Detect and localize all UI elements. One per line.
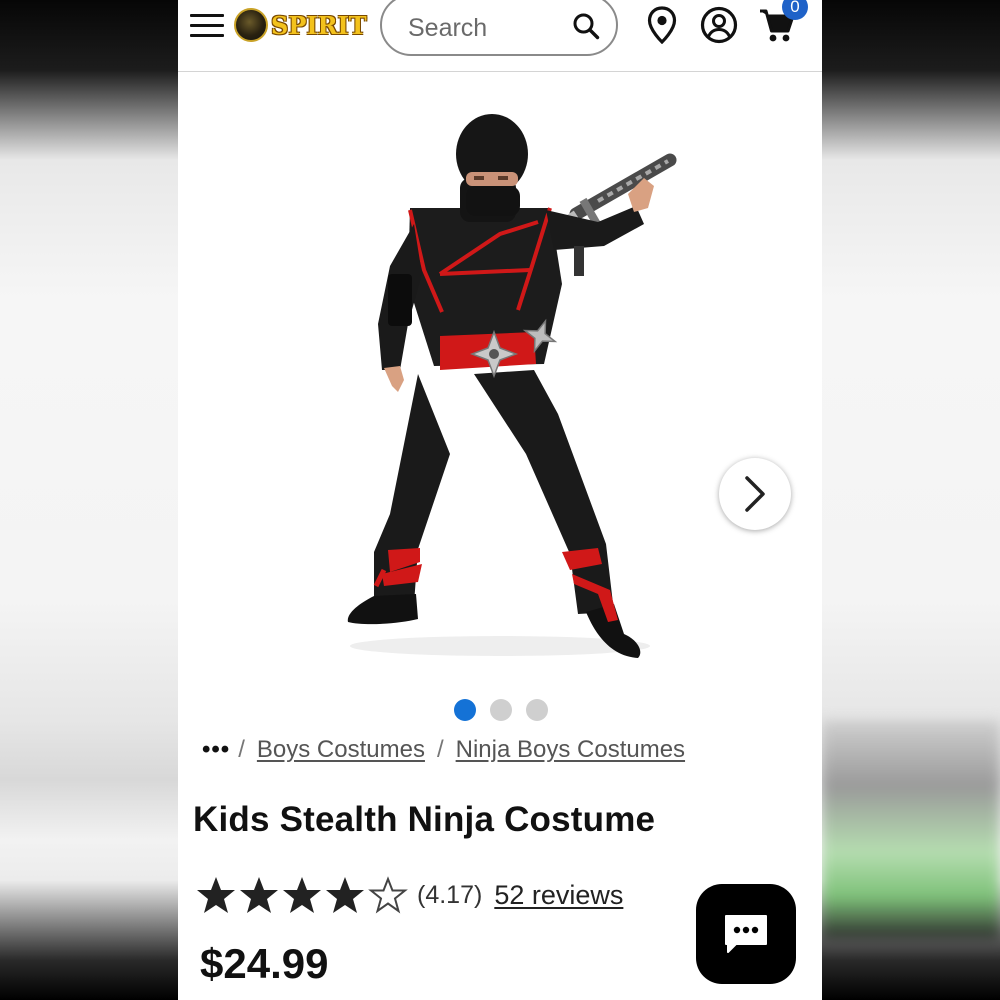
carousel-dot-2[interactable]	[490, 699, 512, 721]
search-icon[interactable]	[572, 12, 600, 40]
account-icon[interactable]	[700, 6, 738, 44]
spirit-logo[interactable]: SPIRIT	[234, 6, 367, 44]
mobile-page: SPIRIT 0	[178, 0, 822, 1000]
star-filled-icon	[240, 877, 278, 913]
location-pin-icon[interactable]	[646, 6, 678, 44]
star-filled-icon	[283, 877, 321, 913]
product-title: Kids Stealth Ninja Costume	[193, 800, 656, 839]
product-rating: (4.17) 52 reviews	[196, 872, 623, 918]
logo-text: SPIRIT	[271, 10, 367, 40]
ninja-costume-photo	[178, 74, 822, 684]
product-price: $24.99	[200, 940, 329, 987]
carousel-dot-3[interactable]	[526, 699, 548, 721]
breadcrumb-ninja-boys-costumes[interactable]: Ninja Boys Costumes	[456, 736, 685, 764]
chevron-right-icon	[745, 476, 765, 512]
star-outline-icon	[368, 876, 408, 914]
search-input[interactable]	[408, 10, 558, 46]
menu-icon[interactable]	[190, 12, 224, 38]
carousel-dot-1[interactable]	[454, 699, 476, 721]
rating-value: (4.17)	[417, 880, 483, 909]
breadcrumb-separator: /	[436, 736, 444, 763]
site-header: SPIRIT 0	[178, 0, 822, 72]
carousel-dots	[454, 699, 548, 721]
search-bar[interactable]	[380, 0, 618, 56]
star-filled-icon	[197, 877, 235, 913]
breadcrumb-boys-costumes[interactable]: Boys Costumes	[257, 736, 425, 764]
logo-mark-icon	[234, 8, 268, 42]
blurred-background-accent	[822, 720, 1000, 940]
chat-bubble-icon	[725, 915, 767, 953]
chat-button[interactable]	[696, 884, 796, 984]
star-filled-icon	[326, 877, 364, 913]
cart-count-badge[interactable]: 0	[782, 0, 808, 20]
breadcrumb-ellipsis[interactable]: •••	[202, 736, 230, 764]
next-image-button[interactable]	[719, 458, 791, 530]
breadcrumb: ••• / Boys Costumes / Ninja Boys Costume…	[202, 734, 685, 766]
breadcrumb-separator: /	[238, 736, 245, 763]
reviews-link[interactable]: 52 reviews	[494, 880, 623, 911]
product-image[interactable]	[178, 74, 822, 684]
